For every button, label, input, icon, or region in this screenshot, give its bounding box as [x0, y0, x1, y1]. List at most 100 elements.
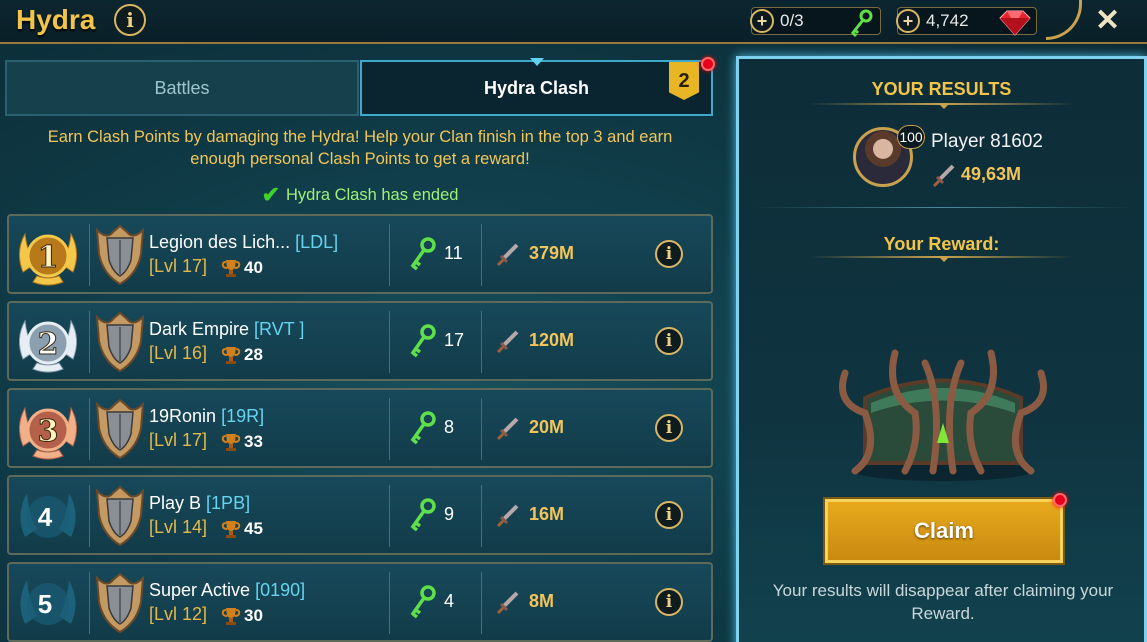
clan-name: 19Ronin [19R]: [149, 406, 264, 427]
section-divider: [753, 207, 1133, 208]
clan-row[interactable]: 3 19Ronin [19R] [Lvl 17] 33 8 20M i: [7, 388, 713, 468]
key-icon: [850, 9, 873, 38]
claim-button[interactable]: Claim: [823, 497, 1065, 565]
frame-ornament: [1046, 0, 1082, 40]
add-keys-button[interactable]: +: [750, 9, 774, 33]
clan-row[interactable]: 4 Play B [1PB] [Lvl 14] 45 9 16M i: [7, 475, 713, 555]
column-divider: [389, 572, 390, 634]
sword-icon: [496, 330, 519, 354]
clan-shield-icon: [95, 572, 145, 634]
keys-used: 8: [444, 417, 455, 437]
active-tab-indicator: [530, 58, 544, 66]
tab-battles-label: Battles: [154, 77, 210, 98]
clan-name-text: Legion des Lich...: [149, 232, 291, 252]
clan-row[interactable]: 2 Dark Empire [RVT ] [Lvl 16] 28 17 120M…: [7, 301, 713, 381]
column-divider: [89, 224, 90, 286]
tab-battles[interactable]: Battles: [5, 60, 359, 116]
column-divider: [389, 224, 390, 286]
player-damage: 49,63M: [961, 164, 1022, 184]
clan-info-button[interactable]: i: [655, 501, 683, 529]
clan-name-text: Super Active: [149, 580, 251, 600]
key-icon: [410, 585, 436, 619]
gems-value: 4,742: [926, 11, 969, 30]
rank-number: 4: [37, 502, 53, 532]
clan-shield-icon: [95, 398, 145, 460]
heading-divider-arrow: [938, 103, 950, 109]
column-divider: [389, 398, 390, 460]
clan-row[interactable]: 5 Super Active [0190] [Lvl 12] 30 4 8M i: [7, 562, 713, 642]
svg-text:3: 3: [38, 414, 59, 449]
svg-text:2: 2: [38, 327, 59, 362]
results-heading: YOUR RESULTS: [871, 79, 1012, 99]
player-name: Player 81602: [931, 131, 1043, 152]
clan-info-button[interactable]: i: [655, 240, 683, 268]
reward-chest-icon: [839, 349, 1047, 481]
add-gems-button[interactable]: +: [896, 9, 920, 33]
clan-damage: 120M: [529, 330, 575, 350]
clan-level: [Lvl 16]: [149, 343, 208, 363]
clan-tag: [LDL]: [295, 232, 339, 252]
clan-level: [Lvl 14]: [149, 517, 208, 537]
clan-name-text: 19Ronin: [149, 406, 217, 426]
clash-status: ✔ Hydra Clash has ended: [0, 182, 720, 208]
sword-icon: [932, 164, 955, 188]
close-icon[interactable]: ✕: [1095, 3, 1120, 38]
clan-level: [Lvl 17]: [149, 430, 208, 450]
trophy-count: 33: [244, 432, 263, 451]
trophy-count: 30: [244, 606, 263, 625]
gems-counter: + 4,742: [896, 7, 1037, 36]
clan-info-button[interactable]: i: [655, 414, 683, 442]
column-divider: [481, 311, 482, 373]
clan-shield-icon: [95, 311, 145, 373]
reward-heading: Your Reward:: [883, 234, 1000, 254]
player-level-badge: 100: [897, 125, 925, 149]
trophy-icon: [221, 260, 241, 277]
rank-medal-icon: 1: [19, 232, 77, 286]
rank-medal-icon: 3: [19, 406, 77, 460]
sword-icon: [496, 243, 519, 267]
keys-used: 11: [444, 243, 463, 263]
column-divider: [481, 224, 482, 286]
column-divider: [89, 485, 90, 547]
clan-tag: [0190]: [255, 580, 306, 600]
tab-count-badge: 2: [669, 62, 699, 100]
sword-icon: [496, 504, 519, 528]
trophy-count: 28: [244, 345, 263, 364]
tab-hydra-clash[interactable]: Hydra Clash: [360, 60, 713, 116]
clan-name: Play B [1PB]: [149, 493, 250, 514]
results-panel: YOUR RESULTS 100 Player 81602 49,63M You…: [736, 56, 1147, 642]
page-title: Hydra: [16, 4, 96, 35]
keys-value: 0/3: [780, 11, 804, 30]
rank-number: 5: [37, 589, 53, 619]
claim-note: Your results will disappear after claimi…: [772, 581, 1114, 623]
clan-shield-icon: [95, 224, 145, 286]
reward-divider-arrow: [938, 256, 950, 262]
key-icon: [410, 498, 436, 532]
clan-row[interactable]: 1 Legion des Lich... [LDL] [Lvl 17] 40 1…: [7, 214, 713, 294]
trophy-count: 45: [244, 519, 263, 538]
column-divider: [389, 485, 390, 547]
tab-hydra-clash-label: Hydra Clash: [483, 77, 590, 98]
clan-damage: 20M: [529, 417, 565, 437]
clan-info-button[interactable]: i: [655, 588, 683, 616]
clan-info-button[interactable]: i: [655, 327, 683, 355]
sword-icon: [496, 591, 519, 615]
clan-name-text: Dark Empire: [149, 319, 250, 339]
clan-shield-icon: [95, 485, 145, 547]
clan-level: [Lvl 17]: [149, 256, 208, 276]
column-divider: [389, 311, 390, 373]
clash-status-text: Hydra Clash has ended: [286, 186, 459, 204]
clan-tag: [1PB]: [206, 493, 251, 513]
claim-notification-dot: [1053, 493, 1067, 507]
keys-used: 17: [444, 330, 465, 350]
column-divider: [481, 398, 482, 460]
svg-text:1: 1: [38, 240, 59, 275]
clan-name: Legion des Lich... [LDL]: [149, 232, 338, 253]
clan-name: Super Active [0190]: [149, 580, 305, 601]
clan-damage: 8M: [529, 591, 555, 611]
clan-name: Dark Empire [RVT ]: [149, 319, 304, 340]
trophy-icon: [221, 434, 241, 451]
clan-tag: [19R]: [221, 406, 265, 426]
info-button[interactable]: i: [114, 4, 146, 36]
key-icon: [410, 411, 436, 445]
